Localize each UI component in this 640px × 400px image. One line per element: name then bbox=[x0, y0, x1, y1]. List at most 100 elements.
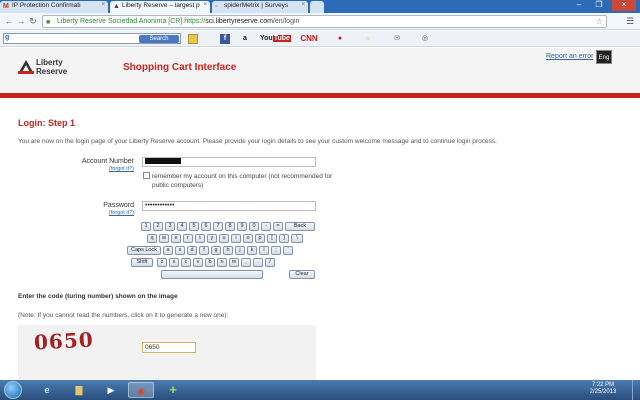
key-backspace[interactable]: Back bbox=[285, 222, 315, 231]
start-button[interactable] bbox=[4, 381, 22, 399]
key-n[interactable]: n bbox=[217, 258, 227, 267]
new-tab-button[interactable] bbox=[310, 1, 324, 13]
key-r[interactable]: r bbox=[183, 234, 193, 243]
wrench-icon[interactable]: ☰ bbox=[624, 16, 636, 27]
key-x[interactable]: x bbox=[169, 258, 179, 267]
close-tab-icon[interactable]: × bbox=[101, 2, 105, 8]
key-p[interactable]: p bbox=[255, 234, 265, 243]
key-u[interactable]: u bbox=[219, 234, 229, 243]
key-v[interactable]: v bbox=[193, 258, 203, 267]
toolbar-search-button[interactable]: Search bbox=[139, 35, 179, 43]
key-4[interactable]: 4 bbox=[177, 222, 187, 231]
key-comma[interactable]: , bbox=[241, 258, 251, 267]
key-i[interactable]: i bbox=[231, 234, 241, 243]
extension-toolbar: g Search f a YouTube CNN ● ☼ ✉ ◎ bbox=[0, 31, 640, 47]
account-number-input[interactable] bbox=[142, 157, 316, 167]
language-selector[interactable]: Eng bbox=[596, 50, 612, 64]
key-space[interactable] bbox=[161, 270, 263, 279]
captcha-image[interactable]: 0650 bbox=[33, 327, 94, 354]
amazon-icon[interactable]: a bbox=[240, 34, 250, 44]
key-y[interactable]: y bbox=[207, 234, 217, 243]
key-9[interactable]: 9 bbox=[237, 222, 247, 231]
forgot-account-link[interactable]: (forgot it?) bbox=[14, 166, 134, 172]
reload-icon[interactable]: ↻ bbox=[28, 16, 38, 26]
key-l[interactable]: l bbox=[259, 246, 269, 255]
key-clear[interactable]: Clear bbox=[289, 270, 315, 279]
key-t[interactable]: t bbox=[195, 234, 205, 243]
close-tab-icon[interactable]: × bbox=[203, 2, 207, 8]
minimize-icon[interactable]: – bbox=[570, 0, 588, 11]
key-b[interactable]: b bbox=[205, 258, 215, 267]
forgot-password-link[interactable]: (forgot it?) bbox=[14, 210, 134, 216]
mail-icon[interactable]: ✉ bbox=[390, 34, 404, 44]
system-clock[interactable]: 7:22 PM 2/25/2013 bbox=[580, 382, 626, 396]
close-window-icon[interactable]: × bbox=[612, 0, 636, 11]
key-2[interactable]: 2 bbox=[153, 222, 163, 231]
facebook-icon[interactable]: f bbox=[220, 34, 230, 44]
key-slash[interactable]: / bbox=[265, 258, 275, 267]
toolbar-search-input[interactable]: g Search bbox=[3, 33, 181, 44]
key-z[interactable]: z bbox=[157, 258, 167, 267]
key-q[interactable]: q bbox=[147, 234, 157, 243]
radar-icon[interactable]: ◎ bbox=[418, 34, 432, 44]
page-content: Liberty Reserve Shopping Cart Interface … bbox=[0, 48, 640, 380]
app-icon[interactable]: ✚ bbox=[160, 382, 186, 398]
notepad-icon[interactable] bbox=[188, 34, 198, 44]
key-equals[interactable]: = bbox=[273, 222, 283, 231]
key-w[interactable]: w bbox=[159, 234, 169, 243]
page-title: Shopping Cart Interface bbox=[123, 62, 237, 73]
browser-tab-strip: M IP Protection Confirmati × ▲ Liberty R… bbox=[0, 0, 640, 13]
internet-explorer-icon[interactable]: e bbox=[34, 382, 60, 398]
tab-ip-protection[interactable]: M IP Protection Confirmati × bbox=[0, 1, 108, 13]
key-7[interactable]: 7 bbox=[213, 222, 223, 231]
key-caps-lock[interactable]: Caps Lock bbox=[127, 246, 161, 255]
key-h[interactable]: h bbox=[223, 246, 233, 255]
restore-icon[interactable]: ❐ bbox=[590, 0, 608, 11]
show-desktop-button[interactable] bbox=[632, 380, 640, 400]
back-icon[interactable]: ← bbox=[4, 16, 14, 26]
url-input[interactable]: ■ Liberty Reserve Sociedad Anonima [CR] … bbox=[42, 15, 607, 28]
forward-icon[interactable]: → bbox=[16, 16, 26, 26]
key-semicolon[interactable]: ; bbox=[271, 246, 281, 255]
key-0[interactable]: 0 bbox=[249, 222, 259, 231]
key-c[interactable]: c bbox=[181, 258, 191, 267]
key-backslash[interactable]: \ bbox=[291, 234, 303, 243]
chrome-icon[interactable]: ◉ bbox=[128, 382, 154, 398]
key-g[interactable]: g bbox=[211, 246, 221, 255]
key-left-bracket[interactable]: [ bbox=[267, 234, 277, 243]
bookmark-star-icon[interactable]: ☆ bbox=[596, 16, 603, 27]
report-error-link[interactable]: Report an error bbox=[546, 53, 593, 60]
youtube-icon[interactable]: YouTube bbox=[260, 34, 291, 44]
key-3[interactable]: 3 bbox=[165, 222, 175, 231]
key-e[interactable]: e bbox=[171, 234, 181, 243]
tab-liberty-reserve[interactable]: ▲ Liberty Reserve – largest p × bbox=[110, 1, 210, 13]
key-5[interactable]: 5 bbox=[189, 222, 199, 231]
key-d[interactable]: d bbox=[187, 246, 197, 255]
key-quote[interactable]: ' bbox=[283, 246, 293, 255]
key-minus[interactable]: - bbox=[261, 222, 271, 231]
key-right-bracket[interactable]: ] bbox=[279, 234, 289, 243]
password-input[interactable]: •••••••••••• bbox=[142, 201, 316, 211]
key-f[interactable]: f bbox=[199, 246, 209, 255]
key-s[interactable]: s bbox=[175, 246, 185, 255]
cnn-icon[interactable]: CNN bbox=[298, 34, 320, 44]
captcha-code-input[interactable]: 0650 bbox=[142, 342, 196, 353]
key-m[interactable]: m bbox=[229, 258, 239, 267]
close-tab-icon[interactable]: × bbox=[301, 2, 305, 8]
remember-account-checkbox[interactable] bbox=[143, 172, 150, 179]
key-period[interactable]: . bbox=[253, 258, 263, 267]
key-1[interactable]: 1 bbox=[141, 222, 151, 231]
key-8[interactable]: 8 bbox=[225, 222, 235, 231]
tab-spidermetrix[interactable]: ▫ spiderMetrix | Surveys × bbox=[212, 1, 308, 13]
key-o[interactable]: o bbox=[243, 234, 253, 243]
weather-icon[interactable]: ☼ bbox=[362, 34, 374, 44]
folder-icon[interactable]: ▇ bbox=[66, 382, 92, 398]
ladybug-icon[interactable]: ● bbox=[334, 34, 346, 44]
key-k[interactable]: k bbox=[247, 246, 257, 255]
key-a[interactable]: a bbox=[163, 246, 173, 255]
key-j[interactable]: j bbox=[235, 246, 245, 255]
key-shift[interactable]: Shift bbox=[131, 258, 153, 267]
logo-text-line1: Liberty bbox=[36, 58, 63, 67]
media-player-icon[interactable]: ▶ bbox=[98, 382, 124, 398]
key-6[interactable]: 6 bbox=[201, 222, 211, 231]
